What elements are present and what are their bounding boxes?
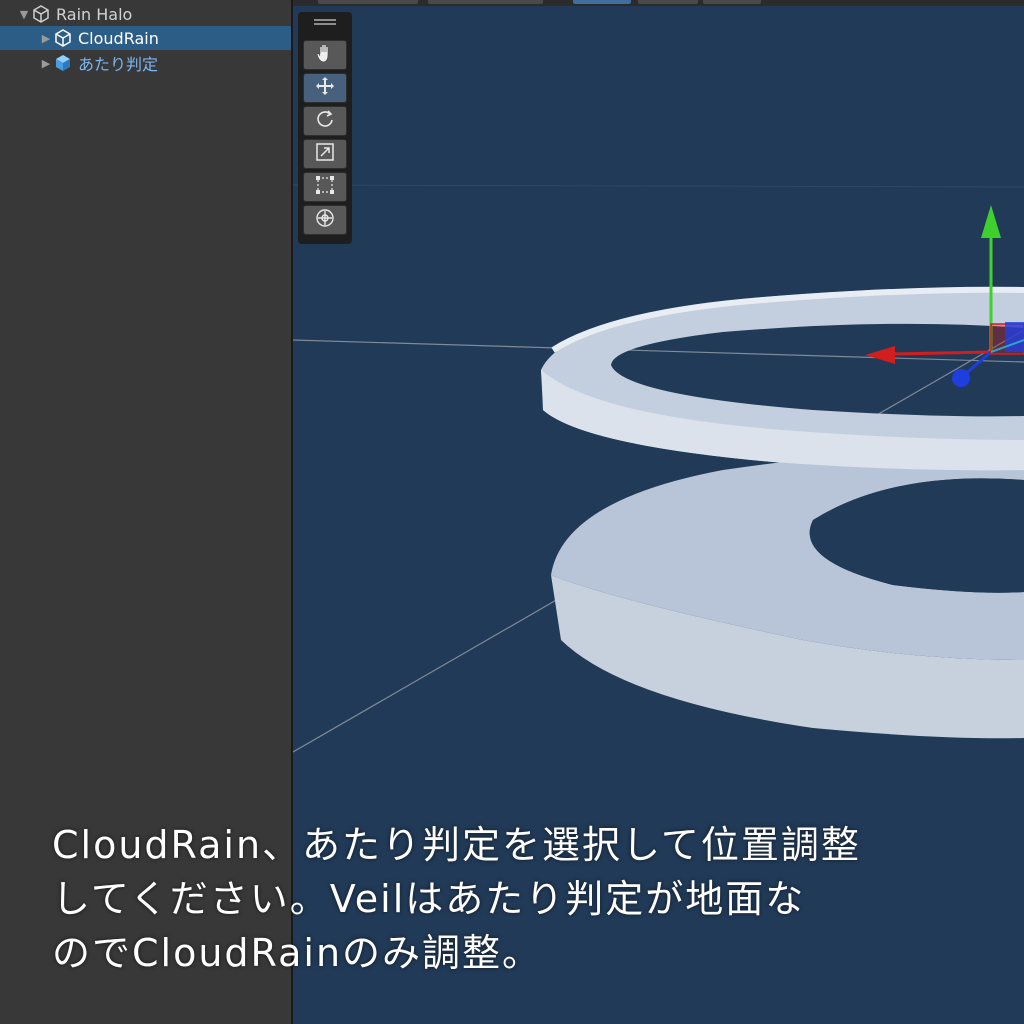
rotate-icon bbox=[314, 108, 336, 134]
collapse-arrow-icon[interactable]: ▶ bbox=[40, 57, 52, 70]
toolbar-tab[interactable] bbox=[703, 0, 761, 4]
tool-palette bbox=[298, 12, 352, 244]
instruction-caption: CloudRain、あたり判定を選択して位置調整 してください。Veilはあたり… bbox=[52, 818, 992, 980]
hierarchy-item-atari-hantei[interactable]: ▶ あたり判定 bbox=[0, 51, 291, 75]
rect-transform-icon bbox=[314, 174, 336, 200]
grid-line bbox=[293, 339, 1024, 363]
collapse-arrow-icon[interactable]: ▶ bbox=[40, 32, 52, 45]
scale-tool-button[interactable] bbox=[303, 139, 347, 169]
toolbar-tab[interactable] bbox=[573, 0, 631, 4]
move-tool-button[interactable] bbox=[303, 73, 347, 103]
grid-line bbox=[293, 184, 1024, 188]
caption-line: CloudRain、あたり判定を選択して位置調整 bbox=[52, 823, 861, 867]
cube-outline-icon bbox=[52, 29, 74, 47]
toolbar-tab[interactable] bbox=[428, 0, 543, 4]
hand-icon bbox=[314, 42, 336, 68]
toolbar-tab[interactable] bbox=[318, 0, 418, 4]
expand-arrow-icon[interactable]: ▼ bbox=[18, 8, 30, 21]
drag-handle-icon[interactable] bbox=[314, 19, 336, 27]
rect-tool-button[interactable] bbox=[303, 172, 347, 202]
hierarchy-item-label: CloudRain bbox=[78, 28, 159, 48]
gizmo-plane-handle[interactable] bbox=[1005, 322, 1024, 352]
prefab-cube-icon bbox=[52, 54, 74, 72]
transform-tool-button[interactable] bbox=[303, 205, 347, 235]
hierarchy-item-cloudrain[interactable]: ▶ CloudRain bbox=[0, 26, 291, 50]
toolbar-tab[interactable] bbox=[638, 0, 698, 4]
caption-line: のでCloudRainのみ調整。 bbox=[52, 931, 543, 975]
gizmo-x-axis[interactable] bbox=[892, 350, 992, 356]
gizmo-y-arrow-icon[interactable] bbox=[981, 205, 1001, 238]
scene-toolbar-strip bbox=[293, 0, 1024, 6]
caption-line: してください。Veilはあたり判定が地面な bbox=[52, 877, 806, 921]
lower-ring-mesh bbox=[551, 449, 1024, 739]
gizmo-x-arrow-icon[interactable] bbox=[865, 346, 895, 364]
scale-icon bbox=[314, 141, 336, 167]
hand-tool-button[interactable] bbox=[303, 40, 347, 70]
hierarchy-item-rain-halo[interactable]: ▼ Rain Halo bbox=[0, 2, 291, 26]
hierarchy-item-label: あたり判定 bbox=[78, 55, 159, 74]
cube-outline-icon bbox=[30, 5, 52, 23]
hierarchy-item-label: Rain Halo bbox=[56, 4, 133, 24]
transform-icon bbox=[314, 207, 336, 233]
cloudrain-torus-mesh bbox=[541, 286, 1024, 471]
move-arrows-icon bbox=[314, 75, 336, 101]
rotate-tool-button[interactable] bbox=[303, 106, 347, 136]
gizmo-z-handle-icon[interactable] bbox=[952, 369, 970, 387]
